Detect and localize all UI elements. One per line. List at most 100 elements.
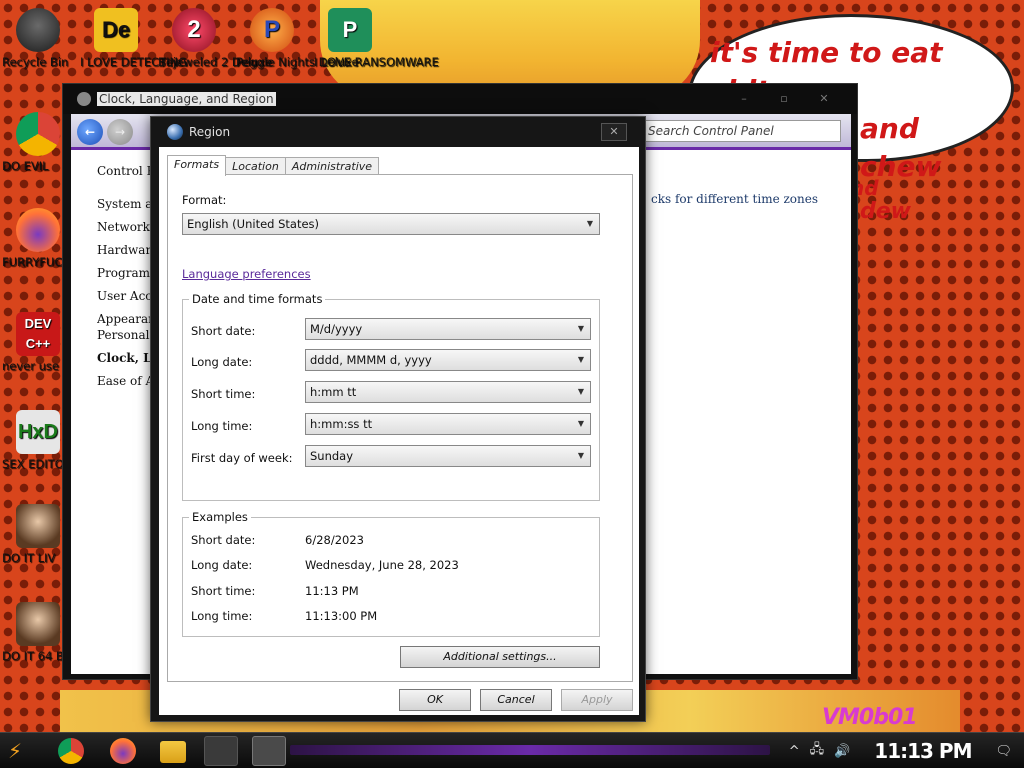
long-time-label: Long time: xyxy=(191,419,253,433)
short-time-label: Short time: xyxy=(191,387,256,401)
examples-group: Examples Short date: 6/28/2023 Long date… xyxy=(182,510,600,637)
forward-arrow-icon[interactable]: → xyxy=(107,119,133,145)
firefox-icon xyxy=(16,208,60,252)
format-dropdown[interactable]: English (United States) ▼ xyxy=(182,213,600,235)
dialog-body: Formats Location Administrative Format: … xyxy=(159,147,639,715)
language-preferences-link[interactable]: Language preferences xyxy=(182,267,311,281)
volume-icon[interactable]: 🔊 xyxy=(834,744,850,759)
long-date-value: dddd, MMMM d, yyyy xyxy=(310,353,432,367)
devcpp-icon: DEV C++ xyxy=(16,312,60,356)
close-button[interactable]: ✕ xyxy=(809,90,839,108)
short-date-value: M/d/yyyy xyxy=(310,322,363,336)
format-value: English (United States) xyxy=(187,217,320,231)
short-time-value: h:mm tt xyxy=(310,385,357,399)
additional-settings-button[interactable]: Additional settings... xyxy=(400,646,600,668)
system-tray: ^ 🖧 🔊 11:13 PM 🗨 xyxy=(789,733,1024,768)
cancel-button[interactable]: Cancel xyxy=(480,689,552,711)
group-title: Examples xyxy=(189,510,251,524)
example-label: Short time: xyxy=(191,584,256,598)
control-panel-taskbar-icon[interactable] xyxy=(204,736,238,766)
long-date-dropdown[interactable]: dddd, MMMM d, yyyy ▼ xyxy=(305,349,591,371)
peggle-icon: P xyxy=(250,8,294,52)
chevron-down-icon: ▼ xyxy=(577,387,584,396)
hxd-icon: HxD xyxy=(16,410,60,454)
format-label: Format: xyxy=(182,193,227,207)
region-taskbar-icon[interactable] xyxy=(252,736,286,766)
search-input[interactable]: Search Control Panel xyxy=(641,120,841,142)
clock[interactable]: 11:13 PM xyxy=(874,739,972,763)
window-controls: – ▫ ✕ xyxy=(729,90,839,108)
taskbar: ⚡ ^ 🖧 🔊 11:13 PM 🗨 xyxy=(0,732,1024,768)
long-time-value: h:mm:ss tt xyxy=(310,417,373,431)
portrait64-icon xyxy=(16,602,60,646)
back-arrow-icon[interactable]: ← xyxy=(77,119,103,145)
chevron-down-icon: ▼ xyxy=(586,219,593,228)
tab-administrative[interactable]: Administrative xyxy=(284,157,380,175)
firefox-icon[interactable] xyxy=(110,738,136,764)
first-day-label: First day of week: xyxy=(191,451,293,465)
desktop-icon-label: DO IT LIV xyxy=(2,551,56,565)
control-panel-titlebar[interactable]: Clock, Language, and Region – ▫ ✕ xyxy=(63,84,857,114)
chevron-up-icon[interactable]: ^ xyxy=(789,744,800,759)
portrait-icon xyxy=(16,504,60,548)
example-value: Wednesday, June 28, 2023 xyxy=(305,558,459,572)
example-label: Long time: xyxy=(191,609,253,623)
publisher-icon: P xyxy=(328,8,372,52)
example-value: 11:13 PM xyxy=(305,584,359,598)
control-panel-title: Clock, Language, and Region xyxy=(97,92,276,106)
long-time-dropdown[interactable]: h:mm:ss tt ▼ xyxy=(305,413,591,435)
short-date-label: Short date: xyxy=(191,324,256,338)
example-label: Long date: xyxy=(191,558,253,572)
start-button[interactable]: ⚡ xyxy=(8,739,38,765)
wallpaper-watermark: VM0b01 xyxy=(822,705,918,730)
example-value: 11:13:00 PM xyxy=(305,609,378,623)
file-explorer-icon[interactable] xyxy=(160,741,186,763)
first-day-dropdown[interactable]: Sunday ▼ xyxy=(305,445,591,467)
notification-icon[interactable]: 🗨 xyxy=(995,744,1012,759)
desktop-icon-label: I LOVE RANSOMWARE xyxy=(314,55,439,69)
desktop-icon-label: SEX EDITO xyxy=(2,457,64,471)
network-icon[interactable]: 🖧 xyxy=(810,740,825,762)
close-button[interactable]: ✕ xyxy=(601,123,627,141)
dialog-title: Region xyxy=(189,125,231,139)
chevron-down-icon: ▼ xyxy=(577,419,584,428)
formats-panel: Format: English (United States) ▼ Langua… xyxy=(167,174,633,682)
first-day-value: Sunday xyxy=(310,449,354,463)
desktop-icon-peggle[interactable]: P Peggle Nights Deluxe xyxy=(236,8,359,68)
chevron-down-icon: ▼ xyxy=(577,324,584,333)
minimize-button[interactable]: – xyxy=(729,90,759,108)
example-label: Short date: xyxy=(191,533,256,547)
chevron-down-icon: ▼ xyxy=(577,451,584,460)
region-dialog[interactable]: Region ✕ Formats Location Administrative… xyxy=(150,116,646,722)
clock-time-zones-link[interactable]: cks for different time zones xyxy=(651,192,818,206)
desktop-icon-de[interactable]: De I LOVE DETECTING xyxy=(80,8,187,68)
group-title: Date and time formats xyxy=(189,292,326,306)
apply-button[interactable]: Apply xyxy=(561,689,633,711)
desktop-icon-label: FURRYFUC xyxy=(2,255,63,269)
desktop-icon-label: DO IT 64 B xyxy=(2,649,64,663)
desktop-icon-label: DO EVIL xyxy=(2,159,49,173)
maximize-button[interactable]: ▫ xyxy=(769,90,799,108)
recycle-bin-icon xyxy=(16,8,60,52)
short-date-dropdown[interactable]: M/d/yyyy ▼ xyxy=(305,318,591,340)
globe-icon xyxy=(167,124,183,140)
chrome-icon xyxy=(16,112,60,156)
de-app-icon: De xyxy=(94,8,138,52)
tab-location[interactable]: Location xyxy=(225,157,286,175)
desktop-icon-label: Recycle Bin xyxy=(2,55,69,69)
chevron-down-icon: ▼ xyxy=(577,355,584,364)
desktop-icon-recycle-bin[interactable]: Recycle Bin xyxy=(2,8,74,68)
date-time-formats-group: Date and time formats Short date: M/d/yy… xyxy=(182,292,600,501)
bejeweled-icon: 2 xyxy=(172,8,216,52)
tab-formats[interactable]: Formats xyxy=(167,155,227,176)
desktop-icon-bejeweled[interactable]: 2 Bejeweled 2 Deluxe xyxy=(158,8,272,68)
short-time-dropdown[interactable]: h:mm tt ▼ xyxy=(305,381,591,403)
taskbar-decoration xyxy=(290,745,770,755)
tab-strip: Formats Location Administrative xyxy=(167,155,380,176)
example-value: 6/28/2023 xyxy=(305,533,364,547)
ok-button[interactable]: OK xyxy=(399,689,471,711)
control-panel-icon xyxy=(77,92,91,106)
chrome-icon[interactable] xyxy=(58,738,84,764)
desktop-icon-ransomware[interactable]: P I LOVE RANSOMWARE xyxy=(314,8,439,68)
long-date-label: Long date: xyxy=(191,355,253,369)
